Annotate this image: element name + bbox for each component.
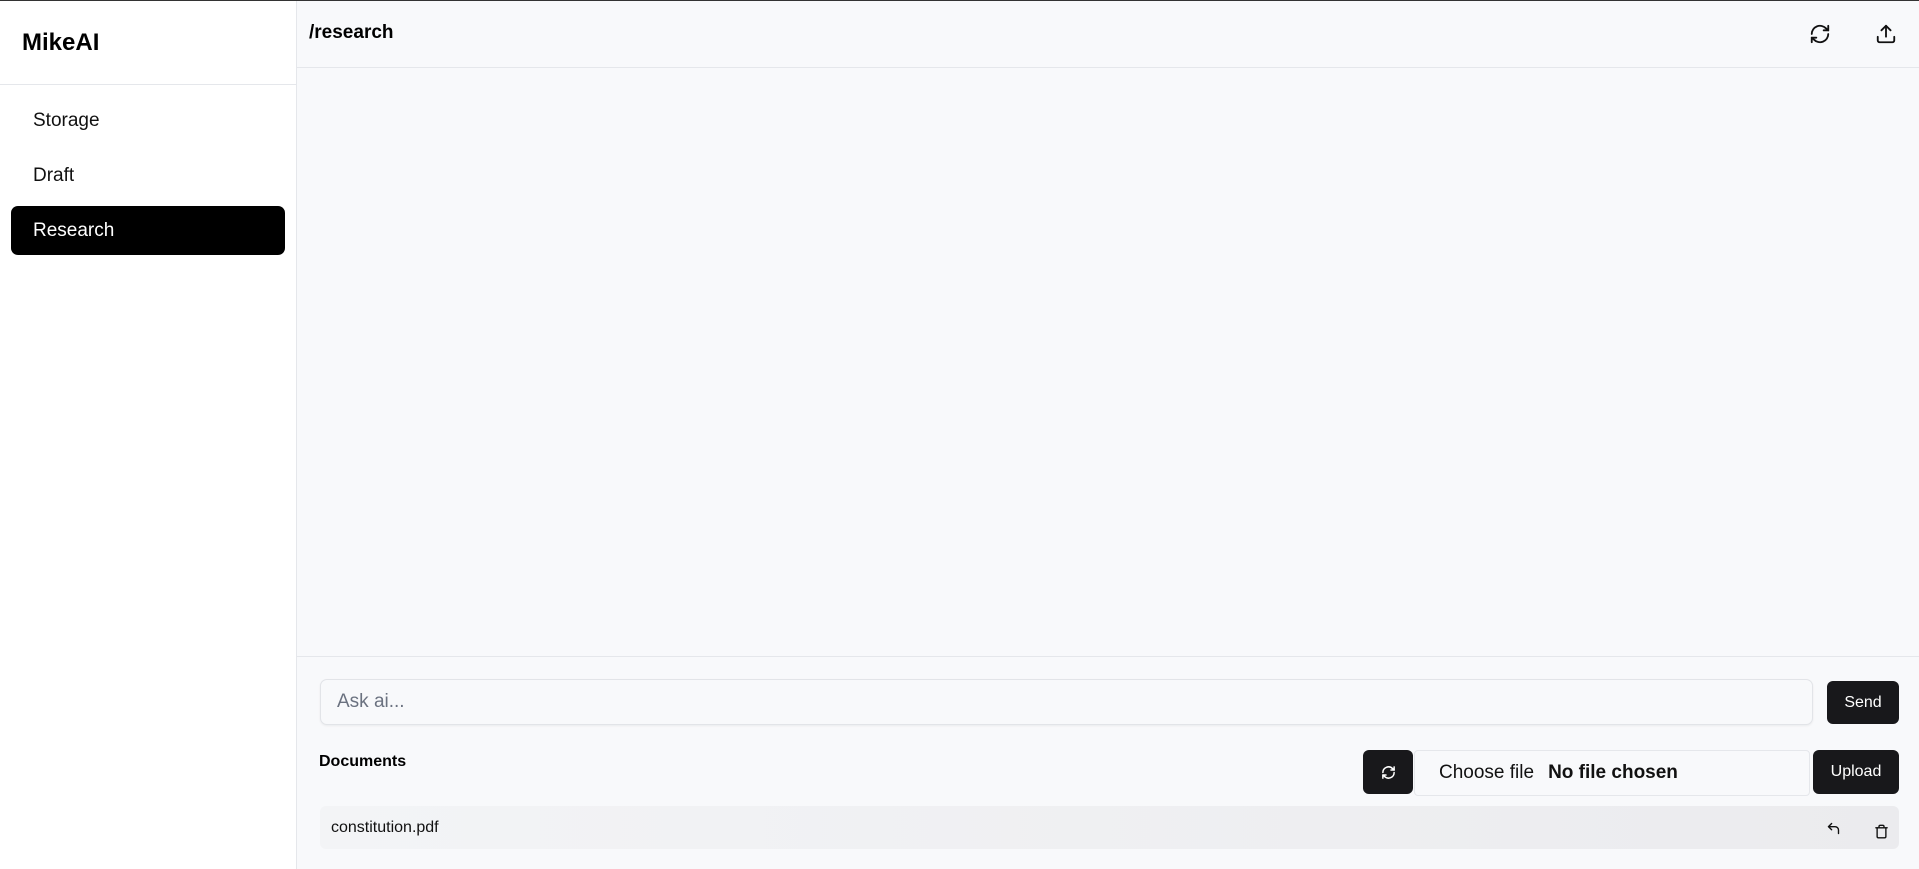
trash-icon <box>1874 824 1889 839</box>
file-input[interactable]: Choose file No file chosen <box>1414 750 1810 796</box>
refresh-icon <box>1809 23 1831 45</box>
list-item[interactable]: constitution.pdf <box>320 806 1899 849</box>
main-panel: /research Ask ai... Send Documents Choos… <box>297 1 1919 869</box>
app-logo: MikeAI <box>0 1 296 85</box>
upload-file-button[interactable]: Upload <box>1813 750 1899 794</box>
sidebar-item-research[interactable]: Research <box>11 206 285 255</box>
document-name: constitution.pdf <box>331 818 439 836</box>
documents-heading: Documents <box>319 753 407 770</box>
ask-ai-input[interactable] <box>320 679 1813 725</box>
undo-button[interactable] <box>1823 818 1843 838</box>
refresh-icon <box>1381 765 1396 780</box>
app-window: MikeAI Storage Draft Research /research <box>0 0 1919 869</box>
sidebar-item-label: Storage <box>33 109 100 131</box>
delete-button[interactable] <box>1871 821 1891 841</box>
upload-icon <box>1875 23 1897 45</box>
refresh-button[interactable] <box>1806 20 1834 48</box>
page-title: /research <box>309 22 394 43</box>
undo-icon <box>1826 821 1841 836</box>
top-bar: /research <box>297 1 1919 68</box>
sidebar-item-label: Research <box>33 219 115 241</box>
sidebar-item-draft[interactable]: Draft <box>11 151 285 200</box>
file-status-text: No file chosen <box>1548 762 1678 783</box>
sidebar: MikeAI Storage Draft Research <box>0 1 297 869</box>
sidebar-item-label: Draft <box>33 164 75 186</box>
refresh-documents-button[interactable] <box>1363 750 1413 794</box>
choose-file-button[interactable]: Choose file <box>1439 762 1534 784</box>
send-button[interactable]: Send <box>1827 681 1899 724</box>
chat-messages-area <box>297 68 1919 656</box>
sidebar-nav: Storage Draft Research <box>0 85 296 255</box>
bottom-panel: Send Documents Choose file No file chose… <box>297 656 1919 869</box>
sidebar-item-storage[interactable]: Storage <box>11 96 285 145</box>
upload-button[interactable] <box>1872 20 1900 48</box>
